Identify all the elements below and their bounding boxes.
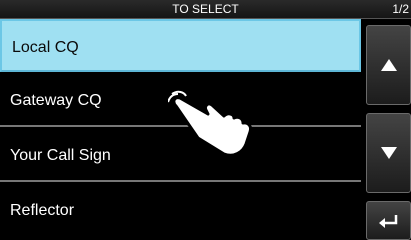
down-triangle-icon xyxy=(380,147,397,159)
up-triangle-icon xyxy=(380,59,397,71)
side-controls xyxy=(366,19,411,240)
back-button[interactable] xyxy=(366,201,411,240)
page-indicator: 1/2 xyxy=(392,2,409,16)
screen: TO SELECT 1/2 Local CQ Gateway CQ Your C… xyxy=(0,0,411,240)
list-item-local-cq[interactable]: Local CQ xyxy=(0,19,361,72)
list-item-label: Your Call Sign xyxy=(10,147,111,164)
screen-title: TO SELECT xyxy=(172,2,239,16)
title-bar: TO SELECT 1/2 xyxy=(0,0,411,19)
list-item-label: Gateway CQ xyxy=(10,92,102,109)
scroll-up-button[interactable] xyxy=(366,25,411,105)
scroll-down-button[interactable] xyxy=(366,113,411,193)
list-item-reflector[interactable]: Reflector xyxy=(0,184,361,237)
list-item-label: Reflector xyxy=(10,202,75,219)
touch-hand-icon xyxy=(167,88,258,160)
list-item-label: Local CQ xyxy=(12,39,79,56)
return-arrow-icon xyxy=(378,213,400,229)
